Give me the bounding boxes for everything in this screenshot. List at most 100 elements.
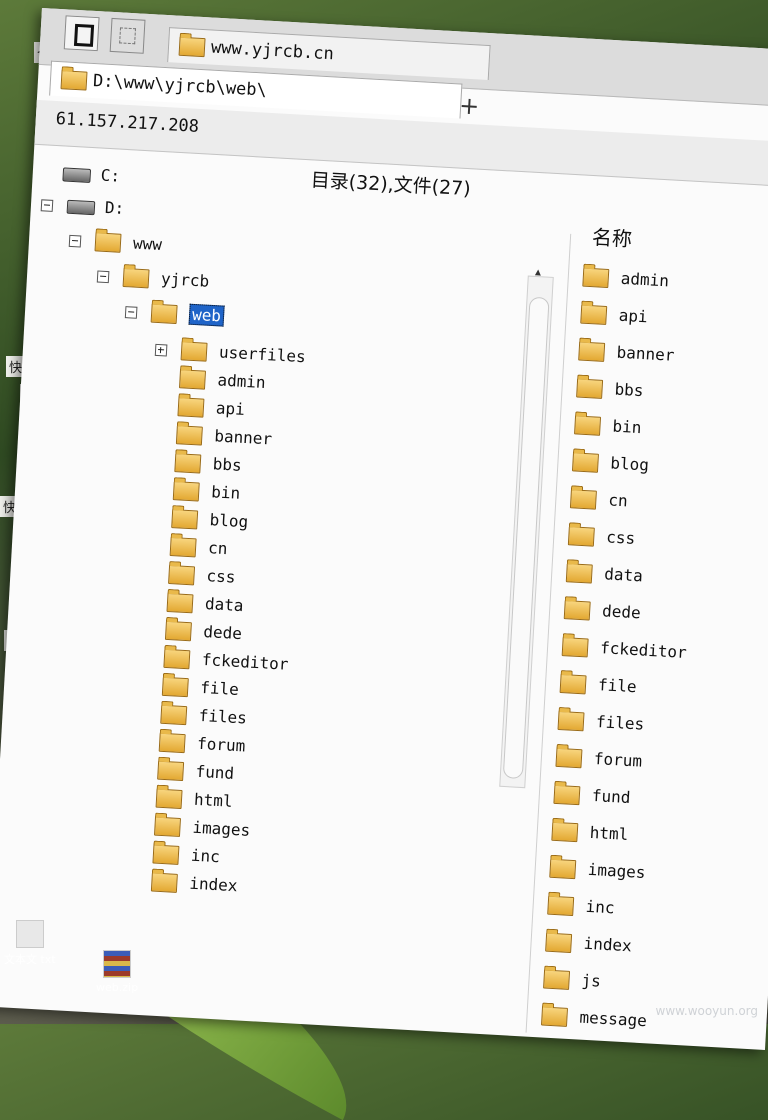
tree-node-label: fund	[195, 761, 235, 783]
tree-node-dede[interactable]: dede	[164, 618, 243, 646]
folder-icon	[580, 304, 608, 325]
folder-icon	[543, 969, 571, 990]
directory-summary: 目录(32),文件(27)	[310, 169, 472, 201]
collapse-icon[interactable]	[68, 234, 82, 248]
file-name: css	[605, 527, 636, 548]
file-list-item-file[interactable]: file	[559, 671, 637, 699]
text-file-icon[interactable]: 文本文 txt	[4, 920, 56, 967]
file-list-item-banner[interactable]: banner	[578, 339, 675, 368]
tree-node-label: dede	[202, 621, 243, 644]
new-tab-button[interactable]: +	[458, 91, 480, 120]
file-name: inc	[585, 896, 616, 918]
tree-drive-d[interactable]: D:	[40, 192, 125, 221]
file-name: data	[603, 564, 644, 586]
file-list-item-html[interactable]: html	[551, 819, 629, 847]
file-list-item-bbs[interactable]: bbs	[576, 375, 644, 403]
column-header-name[interactable]: 名称	[591, 221, 633, 252]
collapse-icon[interactable]	[96, 270, 110, 283]
tree-node-banner[interactable]: banner	[175, 422, 273, 451]
tab-label: D:\www\yjrcb\web\	[92, 70, 268, 101]
folder-icon	[545, 932, 573, 954]
tree-node-files[interactable]: files	[160, 702, 247, 731]
zip-file-icon[interactable]: web.zip	[96, 950, 138, 994]
folder-icon	[60, 69, 88, 91]
tree-node-bbs[interactable]: bbs	[174, 450, 242, 478]
folder-icon	[563, 600, 591, 621]
file-list-item-forum[interactable]: forum	[555, 745, 643, 774]
file-list-item-bin[interactable]: bin	[574, 412, 642, 440]
tree-node-index[interactable]: index	[150, 869, 239, 898]
file-list-item-admin[interactable]: admin	[582, 265, 669, 294]
tree-node-fund[interactable]: fund	[157, 758, 235, 786]
file-list-item-inc[interactable]: inc	[547, 893, 615, 921]
file-list-item-cn[interactable]: cn	[569, 486, 629, 513]
file-name: files	[595, 712, 645, 734]
file-name: bin	[612, 416, 642, 438]
tree-node-label: inc	[190, 845, 221, 867]
tree-node-fckeditor[interactable]: fckeditor	[163, 646, 289, 677]
scrollbar-thumb[interactable]	[502, 296, 550, 780]
tree-node-www[interactable]: www	[68, 228, 162, 257]
tree-node-label: file	[199, 677, 240, 700]
tree-node-css[interactable]: css	[168, 562, 236, 590]
file-name: file	[597, 675, 638, 697]
tree-node-cn[interactable]: cn	[169, 534, 228, 561]
tree-node-web[interactable]: web	[124, 299, 225, 328]
tree-node-html[interactable]: html	[155, 786, 233, 814]
folder-icon	[569, 489, 597, 510]
file-name: forum	[593, 748, 643, 771]
scroll-up-icon[interactable]: ▲	[535, 267, 542, 278]
folder-icon	[571, 452, 599, 473]
tree-drive-c[interactable]: C:	[62, 161, 121, 188]
tree-node-admin[interactable]: admin	[178, 366, 266, 395]
tree-node-label: api	[215, 398, 246, 419]
file-list-item-dede[interactable]: dede	[563, 597, 642, 625]
tree-node-label: fckeditor	[201, 649, 289, 674]
folder-icon	[163, 648, 191, 670]
file-list-item-data[interactable]: data	[565, 560, 644, 588]
folder-icon	[152, 844, 180, 865]
tree-node-label: D:	[104, 197, 125, 218]
tree-node-forum[interactable]: forum	[158, 730, 246, 759]
tree-node-images[interactable]: images	[153, 814, 251, 843]
sidebar-toggle-button[interactable]	[63, 15, 100, 52]
tree-node-label: css	[206, 566, 236, 587]
file-list-item-js[interactable]: js	[543, 967, 602, 994]
tree-node-bin[interactable]: bin	[172, 478, 241, 506]
file-name: admin	[620, 268, 670, 291]
tree-node-api[interactable]: api	[177, 394, 245, 422]
tree-node-userfiles[interactable]: userfiles	[154, 337, 306, 369]
file-list-item-index[interactable]: index	[545, 930, 632, 959]
folder-icon	[150, 872, 178, 893]
tree-scrollbar[interactable]: ▲	[499, 267, 554, 789]
collapse-icon[interactable]	[124, 305, 138, 319]
file-list-item-files[interactable]: files	[557, 708, 645, 737]
drive-icon	[62, 166, 92, 183]
file-name: banner	[616, 342, 675, 365]
file-name: index	[583, 933, 633, 956]
tree-node-yjrcb[interactable]: yjrcb	[96, 264, 210, 294]
select-toggle-button[interactable]	[109, 17, 146, 54]
file-list-item-api[interactable]: api	[580, 302, 648, 330]
folder-icon	[549, 858, 577, 880]
expand-icon[interactable]	[154, 343, 168, 357]
file-list-item-message[interactable]: message	[540, 1003, 648, 1033]
folder-icon	[576, 378, 604, 399]
tree-node-label: index	[188, 873, 239, 896]
tree-node-label: files	[198, 705, 248, 728]
file-list-item-images[interactable]: images	[549, 856, 646, 885]
file-name: cn	[607, 490, 629, 511]
tree-node-inc[interactable]: inc	[152, 842, 220, 870]
collapse-icon[interactable]	[40, 198, 54, 212]
file-list-item-blog[interactable]: blog	[571, 449, 650, 477]
tree-node-file[interactable]: file	[161, 674, 240, 702]
file-list-item-css[interactable]: css	[567, 523, 636, 551]
file-list: admin api banner bbs bin blog cn css data dede fck…	[540, 265, 768, 1030]
file-list-item-fckeditor[interactable]: fckeditor	[561, 634, 688, 665]
file-list-item-fund[interactable]: fund	[553, 782, 631, 810]
tree-node-blog[interactable]: blog	[171, 506, 249, 534]
tree-node-data[interactable]: data	[166, 590, 244, 618]
file-name: dede	[601, 601, 642, 623]
file-manager-window: www.yjrcb.cn D:\www\yjrcb\web\ + 61.157.…	[0, 8, 768, 1050]
folder-icon	[155, 788, 183, 810]
